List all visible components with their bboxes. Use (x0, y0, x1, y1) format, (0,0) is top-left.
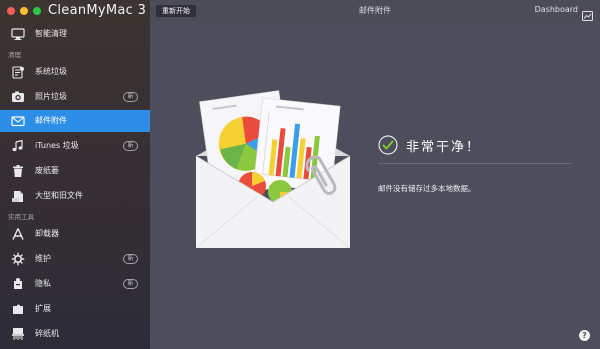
large-files-icon (11, 189, 25, 203)
sidebar-item-label: 碎纸机 (35, 329, 59, 338)
sidebar-item-label: 隐私 (35, 279, 51, 288)
sidebar-item-label: 智能清理 (35, 29, 67, 38)
sidebar-item-extensions[interactable]: 扩展 (0, 298, 150, 320)
title-bar: CleanMyMac 3 (0, 0, 150, 22)
new-badge: 新 (123, 254, 138, 264)
status-description: 邮件没有储存过多本地数据。 (378, 184, 476, 193)
extensions-icon (11, 302, 25, 316)
trash-icon (11, 164, 25, 178)
sidebar-item-shredder[interactable]: 碎纸机 (0, 323, 150, 345)
sidebar-item-large-old-files[interactable]: 大型和旧文件 (0, 185, 150, 207)
sidebar-item-label: 系统垃圾 (35, 67, 67, 76)
photo-junk-icon (11, 90, 25, 104)
sidebar-item-privacy[interactable]: 隐私 新 (0, 273, 150, 295)
mail-attachments-illustration (188, 84, 358, 254)
smart-cleanup-icon (11, 27, 25, 41)
sidebar-item-label: 大型和旧文件 (35, 191, 83, 200)
sidebar-item-label: 废纸篓 (35, 166, 59, 175)
shredder-icon (11, 327, 25, 341)
sidebar-item-label: 照片垃圾 (35, 92, 67, 101)
sidebar-item-system-junk[interactable]: 系统垃圾 (0, 61, 150, 83)
sidebar-item-trash[interactable]: 废纸篓 (0, 160, 150, 182)
check-icon (378, 135, 398, 155)
toolbar: 重新开始 邮件附件 Dashboard (150, 0, 600, 22)
sidebar-item-label: 邮件附件 (35, 116, 67, 125)
system-junk-icon (11, 65, 25, 79)
maintenance-icon (11, 252, 25, 266)
sidebar-item-label: 扩展 (35, 304, 51, 313)
main-panel: 重新开始 邮件附件 Dashboard 非常干净！ 邮件没有储存过多本地数据。 … (150, 0, 600, 349)
app-title: CleanMyMac 3 (48, 3, 147, 18)
zoom-button[interactable] (33, 7, 41, 15)
new-badge: 新 (123, 279, 138, 289)
sidebar-item-label: 维护 (35, 254, 51, 263)
close-button[interactable] (7, 7, 15, 15)
sidebar-item-itunes-junk[interactable]: iTunes 垃圾 新 (0, 135, 150, 157)
new-badge: 新 (123, 141, 138, 151)
section-tools: 实用工具 (8, 213, 34, 221)
dashboard-icon[interactable] (582, 6, 593, 21)
page-title: 邮件附件 (359, 6, 391, 15)
sidebar-item-mail-attachments[interactable]: 邮件附件 (0, 110, 150, 132)
sidebar-item-photo-junk[interactable]: 照片垃圾 新 (0, 86, 150, 108)
minimize-button[interactable] (20, 7, 28, 15)
section-cleanup: 清理 (8, 51, 21, 59)
dashboard-button[interactable]: Dashboard (535, 5, 578, 14)
sidebar-item-uninstaller[interactable]: 卸载器 (0, 223, 150, 245)
sidebar-item-smart-cleanup[interactable]: 智能清理 (0, 23, 150, 45)
window-controls (7, 7, 41, 15)
itunes-icon (11, 139, 25, 153)
new-badge: 新 (123, 92, 138, 102)
privacy-icon (11, 277, 25, 291)
sidebar-item-label: 卸载器 (35, 229, 59, 238)
sidebar: CleanMyMac 3 智能清理 清理 系统垃圾 照片垃圾 新 邮件附件 iT… (0, 0, 150, 349)
sidebar-item-label: iTunes 垃圾 (35, 141, 79, 150)
uninstaller-icon (11, 227, 25, 241)
help-button[interactable]: ? (579, 330, 590, 341)
mail-icon (11, 114, 25, 128)
status-title: 非常干净！ (406, 140, 482, 155)
divider (378, 163, 572, 164)
sidebar-item-maintenance[interactable]: 维护 新 (0, 248, 150, 270)
